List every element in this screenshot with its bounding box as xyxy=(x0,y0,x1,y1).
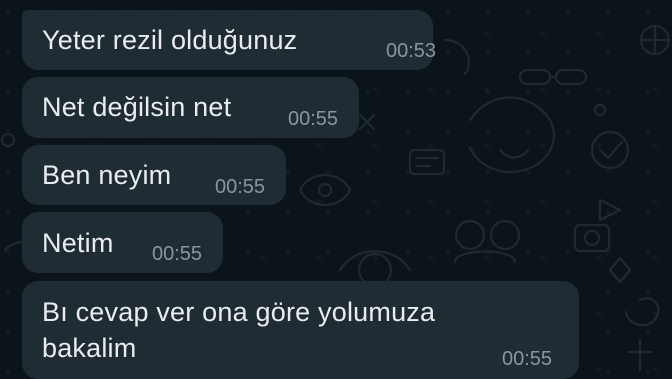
message-text: Yeter rezil olduğunuz xyxy=(42,25,298,55)
message-timestamp: 00:55 xyxy=(502,348,553,370)
message-bubble[interactable]: Bı cevap ver ona göre yolumuza bakalim 0… xyxy=(22,281,579,379)
message-bubble[interactable]: Netim 00:55 xyxy=(22,212,223,273)
message-timestamp: 00:55 xyxy=(215,176,266,198)
message-bubble[interactable]: Ben neyim 00:55 xyxy=(22,145,286,205)
message-timestamp: 00:55 xyxy=(288,108,339,130)
message-text-line-2: bakalim xyxy=(42,333,137,363)
message-text-line-1: Bı cevap ver ona göre yolumuza xyxy=(42,297,436,327)
message-timestamp: 00:53 xyxy=(386,40,437,62)
message-text: Netim xyxy=(42,228,114,258)
message-text: Ben neyim xyxy=(42,160,172,190)
message-bubble[interactable]: Net değilsin net 00:55 xyxy=(22,77,359,138)
message-timestamp: 00:55 xyxy=(152,243,203,265)
message-bubble[interactable]: Yeter rezil olduğunuz 00:53 xyxy=(22,10,437,70)
message-text: Net değilsin net xyxy=(42,92,232,122)
